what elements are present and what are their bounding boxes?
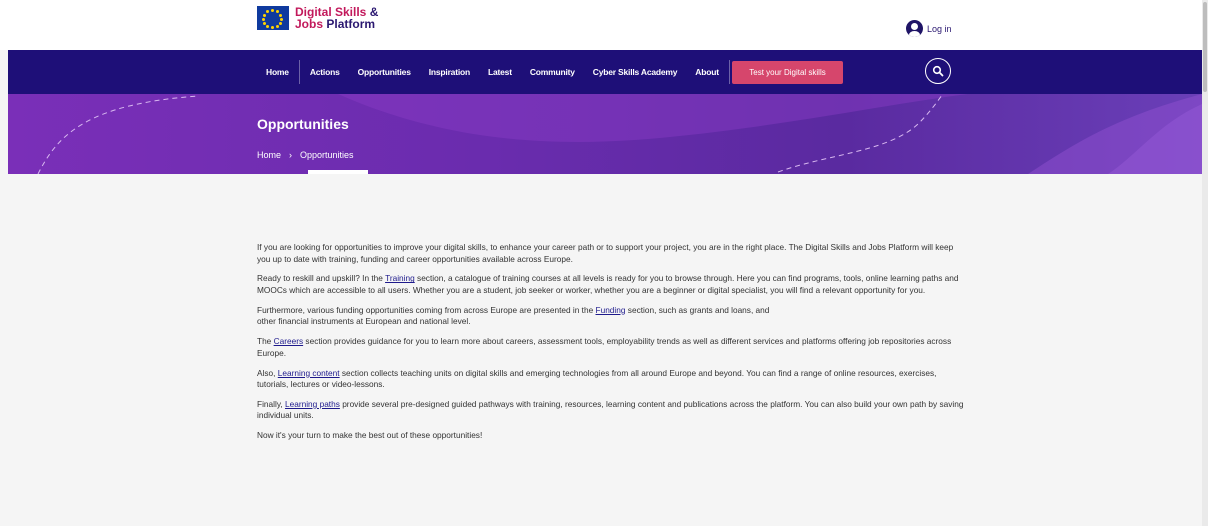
paragraph: Finally, Learning paths provide several … — [257, 399, 967, 422]
brand-name-line2: Jobs — [295, 17, 324, 31]
nav-item-latest[interactable]: Latest — [488, 67, 512, 77]
text: section collects teaching units on digit… — [257, 367, 937, 390]
brand-name-platform: Platform — [326, 17, 376, 31]
intro-text: If you are looking for opportunities to … — [257, 242, 967, 450]
main-nav: Home Actions Opportunities Inspiration L… — [8, 50, 1202, 94]
text: other financial instruments at European … — [257, 316, 471, 327]
breadcrumb-separator: › — [289, 150, 293, 160]
breadcrumb-home[interactable]: Home — [257, 150, 281, 160]
training-link[interactable]: Training — [385, 273, 415, 283]
login-link[interactable]: Log in — [906, 20, 952, 37]
brand-logo[interactable]: Digital Skills & Jobs Platform — [257, 6, 378, 30]
breadcrumb: Home › Opportunities — [257, 150, 354, 160]
top-header: Digital Skills & Jobs Platform Log in — [0, 0, 1202, 50]
paragraph: If you are looking for opportunities to … — [257, 242, 954, 264]
hero-decoration — [37, 94, 1202, 174]
nav-item-home[interactable]: Home — [266, 67, 289, 77]
user-icon — [906, 20, 923, 37]
text: Also, — [257, 367, 278, 378]
paragraph: Now it's your turn to make the best out … — [257, 430, 483, 441]
scrollbar[interactable] — [1202, 0, 1208, 526]
careers-link[interactable]: Careers — [274, 336, 304, 346]
text: The — [257, 336, 274, 347]
page: Digital Skills & Jobs Platform Log in Ho… — [0, 0, 1208, 526]
nav-item-actions[interactable]: Actions — [310, 67, 340, 77]
text: Furthermore, various funding opportuniti… — [257, 304, 596, 315]
learning-content-link[interactable]: Learning content — [278, 368, 340, 378]
active-indicator — [308, 170, 368, 174]
nav-item-community[interactable]: Community — [530, 67, 575, 77]
paragraph: Also, Learning content section collects … — [257, 368, 967, 391]
nav-item-inspiration[interactable]: Inspiration — [429, 67, 470, 77]
funding-link[interactable]: Funding — [596, 305, 626, 315]
text: section, such as grants and loans, and — [625, 304, 770, 315]
nav-divider — [728, 60, 730, 84]
nav-item-about[interactable]: About — [695, 67, 719, 77]
login-label: Log in — [927, 23, 952, 34]
search-button[interactable] — [925, 58, 951, 84]
nav-item-opportunities[interactable]: Opportunities — [358, 67, 411, 77]
text: Finally, — [257, 398, 285, 409]
text: section provides guidance for you to lea… — [257, 336, 952, 358]
search-icon — [932, 65, 944, 77]
nav-divider — [298, 60, 300, 84]
paragraph: Furthermore, various funding opportuniti… — [257, 305, 967, 328]
paragraph: Ready to reskill and upskill? In the Tra… — [257, 273, 967, 296]
breadcrumb-current: Opportunities — [300, 150, 354, 160]
page-title: Opportunities — [257, 116, 349, 132]
paragraph: The Careers section provides guidance fo… — [257, 336, 967, 359]
learning-paths-link[interactable]: Learning paths — [285, 399, 340, 409]
test-digital-skills-button[interactable]: Test your Digital skills — [732, 61, 843, 84]
nav-item-cyber-skills-academy[interactable]: Cyber Skills Academy — [593, 67, 678, 77]
scrollbar-thumb[interactable] — [1203, 2, 1207, 92]
page-hero-banner: Opportunities Home › Opportunities — [8, 94, 1202, 174]
text: Ready to reskill and upskill? In the — [257, 273, 386, 284]
text: provide several pre-designed guided path… — [257, 398, 964, 421]
eu-flag-icon — [257, 6, 289, 30]
